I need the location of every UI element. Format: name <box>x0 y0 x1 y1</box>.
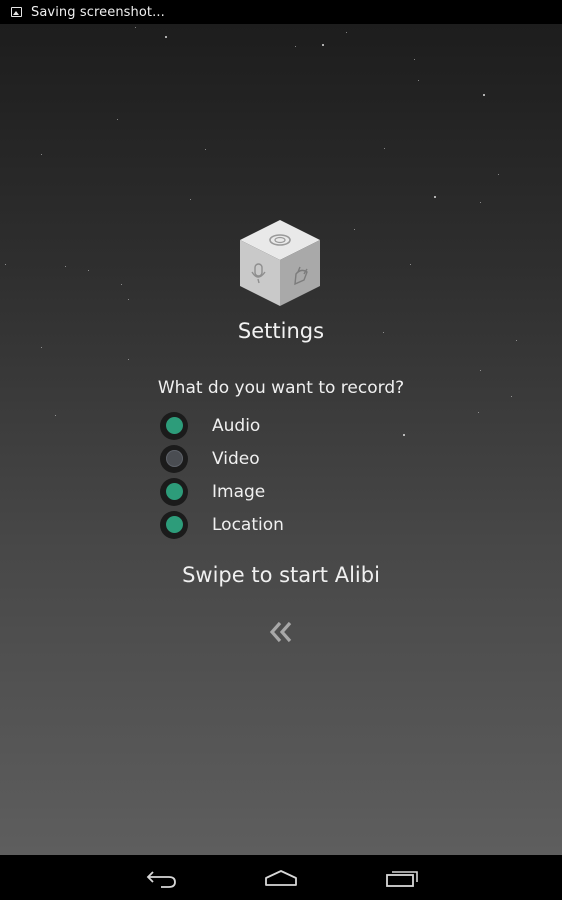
star <box>295 46 296 47</box>
option-location[interactable]: Location <box>160 508 420 541</box>
option-label: Video <box>212 448 260 469</box>
star <box>346 32 347 33</box>
option-label: Image <box>212 481 266 502</box>
star <box>121 284 122 285</box>
swipe-to-start-text: Swipe to start Alibi <box>182 563 380 587</box>
star <box>498 174 499 175</box>
home-button[interactable] <box>261 865 301 891</box>
page-title: Settings <box>237 319 325 343</box>
status-bar: Saving screenshot... <box>0 0 562 24</box>
star <box>205 149 206 150</box>
star <box>480 202 481 203</box>
star <box>55 415 56 416</box>
status-notification-text: Saving screenshot... <box>31 4 165 20</box>
star <box>190 199 191 200</box>
star <box>410 264 411 265</box>
star <box>384 148 385 149</box>
settings-screen[interactable]: Settings What do you want to record? Aud… <box>0 24 562 855</box>
option-label: Audio <box>212 415 261 436</box>
star <box>128 359 129 360</box>
double-chevron-left-icon[interactable] <box>268 620 294 644</box>
star <box>128 299 129 300</box>
star <box>88 270 89 271</box>
star <box>322 44 324 46</box>
record-question: What do you want to record? <box>157 378 405 398</box>
star <box>135 27 136 28</box>
option-label: Location <box>212 514 284 535</box>
image-icon <box>11 7 22 17</box>
star <box>418 80 419 81</box>
back-icon <box>146 871 176 888</box>
settings-cube-icon <box>240 220 320 306</box>
location-toggle[interactable] <box>160 510 188 539</box>
star <box>354 229 355 230</box>
audio-toggle[interactable] <box>160 411 188 440</box>
record-options-list: Audio Video Image Location <box>160 409 420 541</box>
recent-apps-icon <box>386 871 418 887</box>
star <box>414 59 415 60</box>
star <box>483 94 485 96</box>
star <box>41 154 42 155</box>
image-toggle[interactable] <box>160 477 188 506</box>
navigation-bar <box>0 855 562 900</box>
star <box>165 36 167 38</box>
video-toggle[interactable] <box>160 444 188 473</box>
star <box>65 266 66 267</box>
star <box>117 119 118 120</box>
star <box>480 370 481 371</box>
home-icon <box>265 870 297 886</box>
option-image[interactable]: Image <box>160 475 420 508</box>
star <box>5 264 6 265</box>
option-audio[interactable]: Audio <box>160 409 420 442</box>
star <box>478 412 479 413</box>
recent-apps-button[interactable] <box>382 865 422 891</box>
option-video[interactable]: Video <box>160 442 420 475</box>
star <box>41 347 42 348</box>
star <box>434 196 436 198</box>
back-button[interactable] <box>141 865 181 891</box>
